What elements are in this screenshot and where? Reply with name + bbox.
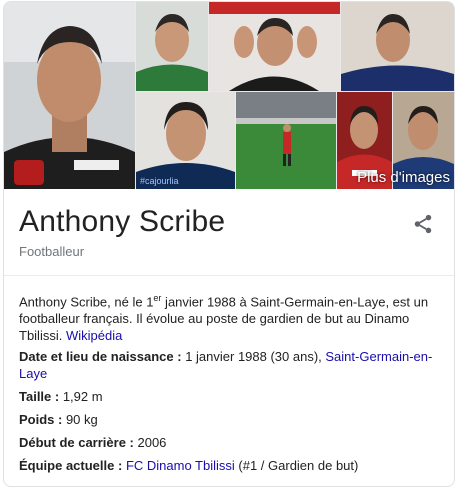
- knowledge-panel: #cajourlia Plus d'images Anthony Scribe …: [3, 1, 455, 487]
- share-button[interactable]: [412, 213, 434, 235]
- gallery-photo-4[interactable]: [341, 2, 454, 91]
- entity-description: Anthony Scribe, né le 1er janvier 1988 à…: [19, 290, 439, 344]
- fact-height-value: 1,92 m: [59, 389, 103, 404]
- more-images-link[interactable]: Plus d'images: [357, 169, 450, 186]
- fact-career-start-label: Début de carrière :: [19, 435, 134, 450]
- fact-birth: Date et lieu de naissance : 1 janvier 19…: [19, 348, 439, 382]
- fact-team-label: Équipe actuelle :: [19, 458, 123, 473]
- fact-birth-value: 1 janvier 1988 (30 ans),: [181, 349, 326, 364]
- fact-team: Équipe actuelle : FC Dinamo Tbilissi (#1…: [19, 457, 439, 474]
- fact-height: Taille : 1,92 m: [19, 388, 439, 405]
- entity-title: Anthony Scribe: [19, 205, 226, 238]
- panel-header: Anthony Scribe Footballeur: [4, 189, 454, 276]
- share-icon: [414, 214, 432, 234]
- description-text-1: Anthony Scribe, né le 1: [19, 294, 154, 310]
- fact-career-start: Début de carrière : 2006: [19, 434, 439, 451]
- fact-weight: Poids : 90 kg: [19, 411, 439, 428]
- team-link[interactable]: FC Dinamo Tbilissi: [126, 458, 235, 473]
- gallery-photo-5[interactable]: #cajourlia: [136, 92, 235, 189]
- fact-career-start-value: 2006: [133, 435, 167, 450]
- photo-watermark: #cajourlia: [140, 176, 179, 186]
- fact-height-label: Taille :: [19, 389, 60, 404]
- gallery-photo-3[interactable]: [209, 2, 340, 91]
- gallery-photo-2[interactable]: [136, 2, 208, 91]
- fact-weight-label: Poids :: [19, 412, 63, 427]
- image-gallery: #cajourlia Plus d'images: [4, 2, 454, 189]
- fact-birth-label: Date et lieu de naissance :: [19, 349, 182, 364]
- fact-weight-value: 90 kg: [62, 412, 98, 427]
- gallery-photo-1[interactable]: [4, 2, 135, 189]
- entity-subtitle: Footballeur: [19, 244, 85, 259]
- gallery-photo-6[interactable]: [236, 92, 336, 189]
- wikipedia-link[interactable]: Wikipédia: [66, 328, 122, 343]
- fact-team-value: (#1 / Gardien de but): [234, 458, 359, 473]
